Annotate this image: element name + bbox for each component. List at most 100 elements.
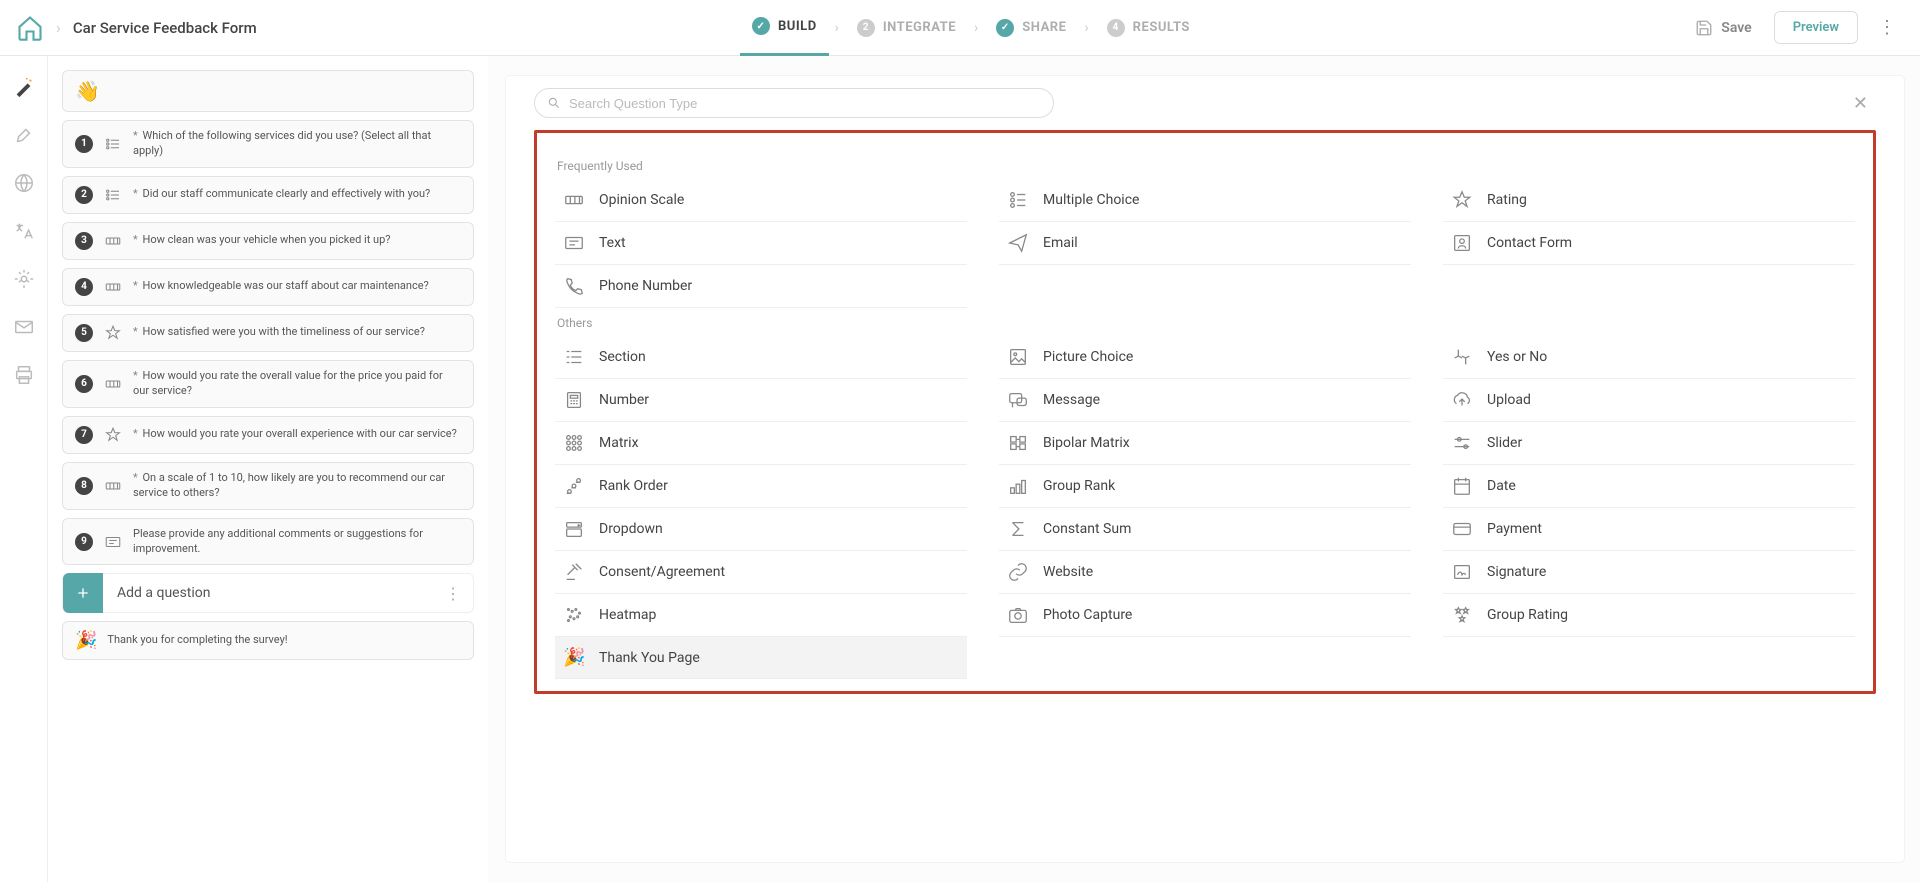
slider-icon — [1451, 432, 1473, 454]
chevron-right-icon: › — [1078, 20, 1094, 36]
multiple-choice-icon — [1007, 189, 1029, 211]
question-card-5[interactable]: 5* How satisfied were you with the timel… — [62, 314, 474, 352]
question-type-icon — [103, 186, 123, 204]
type-text[interactable]: Text — [555, 222, 967, 265]
section-others: Others — [557, 316, 1855, 330]
nav-results[interactable]: 4 RESULTS — [1095, 0, 1202, 56]
question-card-7[interactable]: 7* How would you rate your overall exper… — [62, 416, 474, 454]
calendar-icon — [1451, 475, 1473, 497]
more-menu-button[interactable]: ⋮ — [1870, 13, 1904, 42]
welcome-card[interactable]: 👋 — [62, 70, 474, 112]
type-group-rating[interactable]: Group Rating — [1443, 594, 1855, 637]
type-heatmap[interactable]: Heatmap — [555, 594, 967, 637]
thank-you-text: Thank you for completing the survey! — [107, 633, 287, 648]
type-consent[interactable]: Consent/Agreement — [555, 551, 967, 594]
type-dropdown[interactable]: Dropdown — [555, 508, 967, 551]
type-yes-or-no[interactable]: Yes or No — [1443, 336, 1855, 379]
nav-build[interactable]: ✓ BUILD — [740, 0, 829, 56]
add-question-more-button[interactable]: ⋮ — [433, 584, 473, 603]
type-date[interactable]: Date — [1443, 465, 1855, 508]
question-text: * Did our staff communicate clearly and … — [133, 187, 430, 202]
question-card-9[interactable]: 9Please provide any additional comments … — [62, 518, 474, 566]
signature-icon — [1451, 561, 1473, 583]
question-text: * Which of the following services did yo… — [133, 129, 461, 159]
question-list: 👋 1* Which of the following services did… — [48, 56, 488, 882]
type-photo-capture[interactable]: Photo Capture — [999, 594, 1411, 637]
type-slider[interactable]: Slider — [1443, 422, 1855, 465]
question-number: 8 — [75, 477, 93, 495]
question-type-icon — [103, 135, 123, 153]
save-button[interactable]: Save — [1685, 13, 1761, 43]
question-card-3[interactable]: 3* How clean was your vehicle when you p… — [62, 222, 474, 260]
chevron-right-icon: › — [968, 20, 984, 36]
close-button[interactable]: ✕ — [1845, 89, 1876, 118]
question-number: 5 — [75, 324, 93, 342]
type-multiple-choice[interactable]: Multiple Choice — [999, 179, 1411, 222]
step-badge-2: 2 — [857, 19, 875, 37]
nav-share[interactable]: ✓ SHARE — [984, 0, 1078, 56]
message-icon — [1007, 389, 1029, 411]
gavel-icon — [563, 561, 585, 583]
form-title: Car Service Feedback Form — [73, 19, 257, 37]
wave-icon: 👋 — [75, 79, 100, 103]
type-rank-order[interactable]: Rank Order — [555, 465, 967, 508]
type-opinion-scale[interactable]: Opinion Scale — [555, 179, 967, 222]
chevron-right-icon: › — [56, 18, 61, 37]
chevron-right-icon: › — [829, 20, 845, 36]
magic-wand-icon[interactable] — [13, 76, 35, 98]
type-matrix[interactable]: Matrix — [555, 422, 967, 465]
question-number: 2 — [75, 186, 93, 204]
search-icon — [547, 96, 561, 110]
question-types-area: Frequently Used Opinion Scale Multiple C… — [534, 130, 1876, 694]
type-thank-you-page[interactable]: 🎉Thank You Page — [555, 637, 967, 679]
home-icon[interactable] — [16, 14, 44, 42]
type-website[interactable]: Website — [999, 551, 1411, 594]
top-bar: › Car Service Feedback Form ✓ BUILD › 2 … — [0, 0, 1920, 56]
contact-icon — [1451, 232, 1473, 254]
text-icon — [563, 232, 585, 254]
check-icon: ✓ — [752, 17, 770, 35]
type-picture-choice[interactable]: Picture Choice — [999, 336, 1411, 379]
question-card-1[interactable]: 1* Which of the following services did y… — [62, 120, 474, 168]
brush-icon[interactable] — [13, 124, 35, 146]
question-card-8[interactable]: 8* On a scale of 1 to 10, how likely are… — [62, 462, 474, 510]
question-card-2[interactable]: 2 * Did our staff communicate clearly and… — [62, 176, 474, 214]
link-icon — [1007, 561, 1029, 583]
search-input[interactable] — [569, 96, 1041, 111]
question-type-icon — [103, 324, 123, 342]
type-section[interactable]: Section — [555, 336, 967, 379]
type-payment[interactable]: Payment — [1443, 508, 1855, 551]
type-group-rank[interactable]: Group Rank — [999, 465, 1411, 508]
dropdown-icon — [563, 518, 585, 540]
nav-integrate[interactable]: 2 INTEGRATE — [845, 0, 968, 56]
group-rank-icon — [1007, 475, 1029, 497]
question-card-6[interactable]: 6* How would you rate the overall value … — [62, 360, 474, 408]
question-number: 3 — [75, 232, 93, 250]
preview-button[interactable]: Preview — [1774, 11, 1858, 44]
mail-icon[interactable] — [13, 316, 35, 338]
print-icon[interactable] — [13, 364, 35, 386]
picture-icon — [1007, 346, 1029, 368]
card-icon — [1451, 518, 1473, 540]
thank-you-card[interactable]: 🎉 Thank you for completing the survey! — [62, 621, 474, 660]
type-phone-number[interactable]: Phone Number — [555, 265, 967, 308]
add-question-row: Add a question ⋮ — [62, 573, 474, 613]
type-bipolar-matrix[interactable]: Bipolar Matrix — [999, 422, 1411, 465]
question-card-4[interactable]: 4* How knowledgeable was our staff about… — [62, 268, 474, 306]
add-question-button[interactable] — [63, 573, 103, 613]
gear-icon[interactable] — [13, 268, 35, 290]
translate-icon[interactable] — [13, 220, 35, 242]
type-rating[interactable]: Rating — [1443, 179, 1855, 222]
type-number[interactable]: Number — [555, 379, 967, 422]
type-signature[interactable]: Signature — [1443, 551, 1855, 594]
type-constant-sum[interactable]: Constant Sum — [999, 508, 1411, 551]
camera-icon — [1007, 604, 1029, 626]
type-email[interactable]: Email — [999, 222, 1411, 265]
globe-icon[interactable] — [13, 172, 35, 194]
question-text: * How would you rate the overall value f… — [133, 369, 461, 399]
type-upload[interactable]: Upload — [1443, 379, 1855, 422]
bipolar-icon — [1007, 432, 1029, 454]
type-message[interactable]: Message — [999, 379, 1411, 422]
type-contact-form[interactable]: Contact Form — [1443, 222, 1855, 265]
question-type-icon — [103, 533, 123, 551]
